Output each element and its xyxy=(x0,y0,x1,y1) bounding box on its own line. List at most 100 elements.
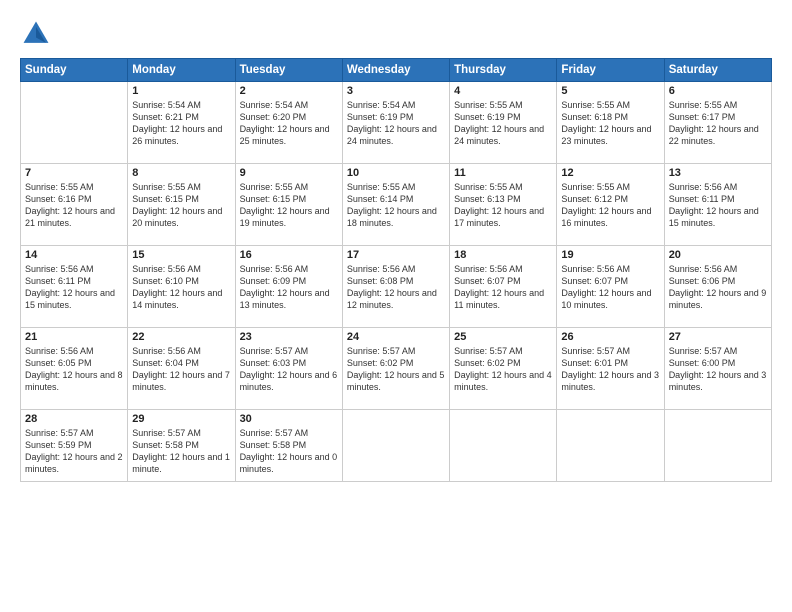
day-info: Sunrise: 5:57 AMSunset: 6:01 PMDaylight:… xyxy=(561,345,659,394)
day-number: 29 xyxy=(132,413,230,425)
week-row-3: 14 Sunrise: 5:56 AMSunset: 6:11 PMDayligh… xyxy=(21,246,772,328)
day-info: Sunrise: 5:56 AMSunset: 6:07 PMDaylight:… xyxy=(454,263,552,312)
day-info: Sunrise: 5:55 AMSunset: 6:15 PMDaylight:… xyxy=(240,181,338,230)
calendar-cell: 7 Sunrise: 5:55 AMSunset: 6:16 PMDaylight… xyxy=(21,164,128,246)
day-info: Sunrise: 5:56 AMSunset: 6:08 PMDaylight:… xyxy=(347,263,445,312)
calendar-cell: 30Sunrise: 5:57 AMSunset: 5:58 PMDayligh… xyxy=(235,410,342,482)
day-number: 23 xyxy=(240,331,338,343)
calendar-cell: 28 Sunrise: 5:57 AMSunset: 5:59 PMDayligh… xyxy=(21,410,128,482)
calendar-cell: 16Sunrise: 5:56 AMSunset: 6:09 PMDayligh… xyxy=(235,246,342,328)
day-info: Sunrise: 5:56 AMSunset: 6:11 PMDaylight:… xyxy=(669,181,767,230)
calendar-cell: 27 Sunrise: 5:57 AMSunset: 6:00 PMDayligh… xyxy=(664,328,771,410)
day-number: 26 xyxy=(561,331,659,343)
calendar-header-row: SundayMondayTuesdayWednesdayThursdayFrid… xyxy=(21,59,772,82)
calendar-cell: 23 Sunrise: 5:57 AMSunset: 6:03 PMDayligh… xyxy=(235,328,342,410)
calendar-cell: 19Sunrise: 5:56 AMSunset: 6:07 PMDayligh… xyxy=(557,246,664,328)
calendar-cell: 25 Sunrise: 5:57 AMSunset: 6:02 PMDayligh… xyxy=(450,328,557,410)
calendar-cell xyxy=(450,410,557,482)
logo xyxy=(20,18,56,50)
week-row-5: 28 Sunrise: 5:57 AMSunset: 5:59 PMDayligh… xyxy=(21,410,772,482)
calendar-cell: 12 Sunrise: 5:55 AMSunset: 6:12 PMDayligh… xyxy=(557,164,664,246)
day-number: 2 xyxy=(240,85,338,97)
calendar-cell: 6Sunrise: 5:55 AMSunset: 6:17 PMDaylight… xyxy=(664,82,771,164)
day-info: Sunrise: 5:57 AMSunset: 5:58 PMDaylight:… xyxy=(240,427,338,476)
day-number: 7 xyxy=(25,167,123,179)
day-header-monday: Monday xyxy=(128,59,235,82)
day-header-tuesday: Tuesday xyxy=(235,59,342,82)
day-info: Sunrise: 5:56 AMSunset: 6:06 PMDaylight:… xyxy=(669,263,767,312)
day-number: 10 xyxy=(347,167,445,179)
day-number: 11 xyxy=(454,167,552,179)
day-header-thursday: Thursday xyxy=(450,59,557,82)
day-info: Sunrise: 5:55 AMSunset: 6:17 PMDaylight:… xyxy=(669,99,767,148)
day-number: 21 xyxy=(25,331,123,343)
calendar-cell: 17 Sunrise: 5:56 AMSunset: 6:08 PMDayligh… xyxy=(342,246,449,328)
day-number: 25 xyxy=(454,331,552,343)
calendar-cell: 29 Sunrise: 5:57 AMSunset: 5:58 PMDayligh… xyxy=(128,410,235,482)
calendar-cell: 11 Sunrise: 5:55 AMSunset: 6:13 PMDayligh… xyxy=(450,164,557,246)
day-info: Sunrise: 5:54 AMSunset: 6:20 PMDaylight:… xyxy=(240,99,338,148)
day-number: 17 xyxy=(347,249,445,261)
calendar-cell: 26 Sunrise: 5:57 AMSunset: 6:01 PMDayligh… xyxy=(557,328,664,410)
calendar-cell xyxy=(342,410,449,482)
day-header-saturday: Saturday xyxy=(664,59,771,82)
day-info: Sunrise: 5:57 AMSunset: 5:58 PMDaylight:… xyxy=(132,427,230,476)
day-info: Sunrise: 5:56 AMSunset: 6:04 PMDaylight:… xyxy=(132,345,230,394)
day-info: Sunrise: 5:57 AMSunset: 5:59 PMDaylight:… xyxy=(25,427,123,476)
week-row-2: 7 Sunrise: 5:55 AMSunset: 6:16 PMDaylight… xyxy=(21,164,772,246)
calendar-cell: 5Sunrise: 5:55 AMSunset: 6:18 PMDaylight… xyxy=(557,82,664,164)
day-number: 22 xyxy=(132,331,230,343)
day-header-wednesday: Wednesday xyxy=(342,59,449,82)
day-number: 13 xyxy=(669,167,767,179)
calendar-cell: 18 Sunrise: 5:56 AMSunset: 6:07 PMDayligh… xyxy=(450,246,557,328)
day-number: 4 xyxy=(454,85,552,97)
calendar-cell: 10 Sunrise: 5:55 AMSunset: 6:14 PMDayligh… xyxy=(342,164,449,246)
day-info: Sunrise: 5:56 AMSunset: 6:11 PMDaylight:… xyxy=(25,263,123,312)
calendar-cell xyxy=(557,410,664,482)
day-number: 20 xyxy=(669,249,767,261)
day-number: 14 xyxy=(25,249,123,261)
calendar-cell: 13 Sunrise: 5:56 AMSunset: 6:11 PMDayligh… xyxy=(664,164,771,246)
day-number: 3 xyxy=(347,85,445,97)
day-number: 24 xyxy=(347,331,445,343)
day-info: Sunrise: 5:57 AMSunset: 6:02 PMDaylight:… xyxy=(454,345,552,394)
calendar-cell: 24 Sunrise: 5:57 AMSunset: 6:02 PMDayligh… xyxy=(342,328,449,410)
calendar-cell: 20 Sunrise: 5:56 AMSunset: 6:06 PMDayligh… xyxy=(664,246,771,328)
day-number: 12 xyxy=(561,167,659,179)
calendar-cell: 21 Sunrise: 5:56 AMSunset: 6:05 PMDayligh… xyxy=(21,328,128,410)
day-number: 9 xyxy=(240,167,338,179)
day-info: Sunrise: 5:56 AMSunset: 6:09 PMDaylight:… xyxy=(240,263,338,312)
day-number: 15 xyxy=(132,249,230,261)
calendar-cell: 2 Sunrise: 5:54 AMSunset: 6:20 PMDaylight… xyxy=(235,82,342,164)
day-info: Sunrise: 5:55 AMSunset: 6:16 PMDaylight:… xyxy=(25,181,123,230)
day-number: 27 xyxy=(669,331,767,343)
day-info: Sunrise: 5:57 AMSunset: 6:02 PMDaylight:… xyxy=(347,345,445,394)
day-number: 28 xyxy=(25,413,123,425)
calendar-cell: 22 Sunrise: 5:56 AMSunset: 6:04 PMDayligh… xyxy=(128,328,235,410)
day-info: Sunrise: 5:55 AMSunset: 6:18 PMDaylight:… xyxy=(561,99,659,148)
calendar-cell: 3Sunrise: 5:54 AMSunset: 6:19 PMDaylight… xyxy=(342,82,449,164)
day-number: 18 xyxy=(454,249,552,261)
day-info: Sunrise: 5:57 AMSunset: 6:00 PMDaylight:… xyxy=(669,345,767,394)
calendar-cell: 14 Sunrise: 5:56 AMSunset: 6:11 PMDayligh… xyxy=(21,246,128,328)
day-info: Sunrise: 5:55 AMSunset: 6:13 PMDaylight:… xyxy=(454,181,552,230)
day-info: Sunrise: 5:56 AMSunset: 6:05 PMDaylight:… xyxy=(25,345,123,394)
day-info: Sunrise: 5:55 AMSunset: 6:19 PMDaylight:… xyxy=(454,99,552,148)
day-info: Sunrise: 5:56 AMSunset: 6:07 PMDaylight:… xyxy=(561,263,659,312)
day-number: 8 xyxy=(132,167,230,179)
header xyxy=(20,18,772,50)
day-number: 1 xyxy=(132,85,230,97)
day-header-sunday: Sunday xyxy=(21,59,128,82)
calendar-cell xyxy=(664,410,771,482)
day-info: Sunrise: 5:55 AMSunset: 6:15 PMDaylight:… xyxy=(132,181,230,230)
week-row-4: 21 Sunrise: 5:56 AMSunset: 6:05 PMDayligh… xyxy=(21,328,772,410)
day-header-friday: Friday xyxy=(557,59,664,82)
calendar-cell xyxy=(21,82,128,164)
day-info: Sunrise: 5:55 AMSunset: 6:14 PMDaylight:… xyxy=(347,181,445,230)
calendar-cell: 15Sunrise: 5:56 AMSunset: 6:10 PMDayligh… xyxy=(128,246,235,328)
calendar-cell: 1Sunrise: 5:54 AMSunset: 6:21 PMDaylight… xyxy=(128,82,235,164)
calendar-cell: 4 Sunrise: 5:55 AMSunset: 6:19 PMDaylight… xyxy=(450,82,557,164)
calendar-cell: 8 Sunrise: 5:55 AMSunset: 6:15 PMDaylight… xyxy=(128,164,235,246)
day-info: Sunrise: 5:55 AMSunset: 6:12 PMDaylight:… xyxy=(561,181,659,230)
day-info: Sunrise: 5:57 AMSunset: 6:03 PMDaylight:… xyxy=(240,345,338,394)
